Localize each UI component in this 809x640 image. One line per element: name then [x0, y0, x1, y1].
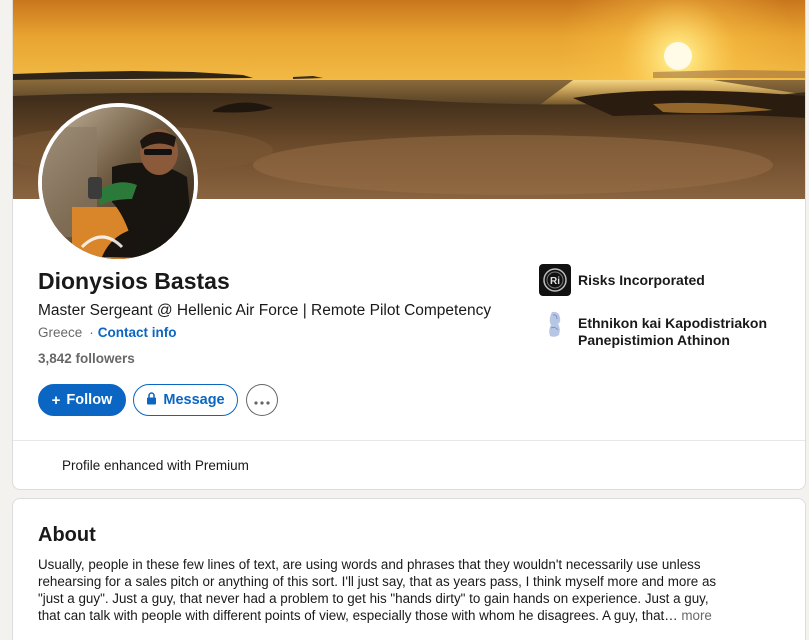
risks-incorporated-logo: Ri [539, 264, 571, 296]
about-line: rehearsing for a sales pitch or anything… [38, 574, 717, 589]
separator-dot: · [89, 325, 94, 340]
profile-name: Dionysios Bastas [38, 268, 230, 294]
contact-info-link[interactable]: Contact info [98, 325, 177, 340]
see-more-button[interactable]: more [681, 608, 712, 623]
premium-text: Profile enhanced with Premium [62, 458, 249, 473]
about-ellipsis: … [664, 608, 678, 623]
message-button[interactable]: Message [133, 384, 238, 416]
lock-icon [146, 392, 157, 408]
profile-card: Dionysios Bastas Master Sergeant @ Helle… [12, 0, 806, 490]
about-line: Usually, people in these few lines of te… [38, 557, 701, 572]
about-card: About Usually, people in these few lines… [12, 498, 806, 640]
profile-headline: Master Sergeant @ Hellenic Air Force | R… [38, 302, 492, 319]
svg-text:Ri: Ri [550, 276, 560, 287]
org-name: Ethnikon kai Kapodistriakon Panepistimio… [578, 315, 768, 348]
plus-icon: + [51, 391, 61, 409]
org-item-university[interactable]: Ethnikon kai Kapodistriakon Panepistimio… [539, 308, 789, 349]
follow-button-label: Follow [66, 392, 113, 408]
ellipsis-icon [254, 392, 270, 408]
location-line: Greece · Contact info [38, 325, 177, 340]
about-title: About [38, 524, 96, 546]
organization-list: Ri Risks Incorporated Ethnikon kai Kapod… [539, 264, 789, 361]
org-item-risks-incorporated[interactable]: Ri Risks Incorporated [539, 264, 789, 296]
follow-button[interactable]: + Follow [38, 384, 126, 416]
about-text: Usually, people in these few lines of te… [38, 556, 783, 624]
university-seal-logo [539, 308, 571, 340]
message-button-label: Message [163, 392, 225, 408]
org-name: Risks Incorporated [578, 272, 705, 288]
more-actions-button[interactable] [246, 384, 278, 416]
about-line-last: that can talk with people with different… [38, 607, 783, 624]
followers-count: 3,842 followers [38, 351, 135, 366]
about-line-text: that can talk with people with different… [38, 608, 665, 623]
profile-location: Greece [38, 325, 83, 340]
profile-avatar[interactable] [38, 103, 198, 263]
about-line: "just a guy". Just a guy, that never had… [38, 591, 709, 606]
premium-bar: Profile enhanced with Premium [13, 440, 805, 489]
premium-badge-icon [37, 458, 53, 474]
